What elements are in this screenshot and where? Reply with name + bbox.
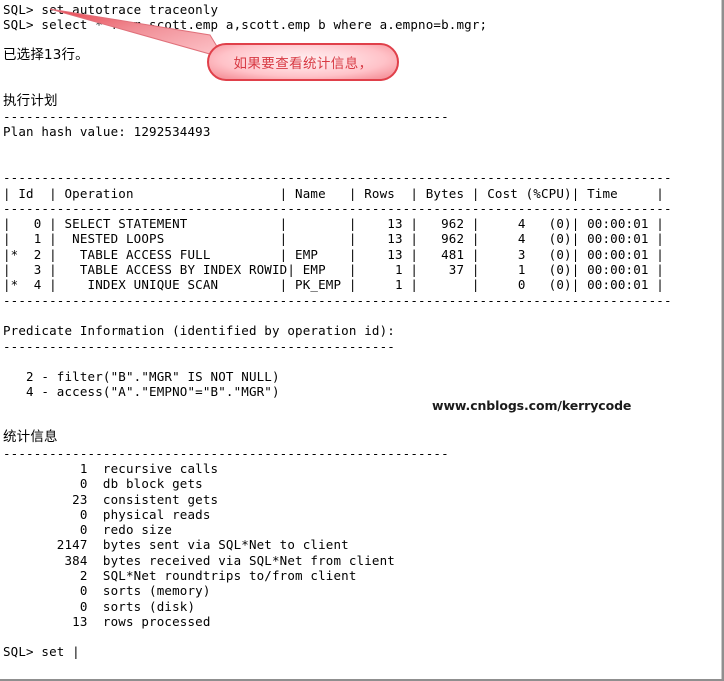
terminal-line: 0 db block gets	[3, 476, 203, 492]
terminal-line: 0 physical reads	[3, 506, 211, 522]
annotation-callout: 如果要查看统计信息，	[49, 8, 399, 81]
terminal-line: | 3 | TABLE ACCESS BY INDEX ROWID| EMP |…	[3, 262, 664, 278]
terminal-line: ----------------------------------------…	[3, 200, 672, 216]
terminal-line: 2 - filter("B"."MGR" IS NOT NULL)	[3, 369, 280, 385]
terminal-line: | 1 | NESTED LOOPS | | 13 | 962 | 4 (0)|…	[3, 231, 664, 247]
terminal-line: | Id | Operation | Name | Rows | Bytes |…	[3, 185, 664, 201]
terminal-line: ----------------------------------------…	[3, 292, 672, 308]
terminal-line: 2 SQL*Net roundtrips to/from client	[3, 567, 357, 583]
terminal-line: 0 sorts (disk)	[3, 598, 196, 614]
terminal-line: 执行计划	[3, 92, 58, 109]
terminal-line: 0 redo size	[3, 522, 173, 538]
terminal-line: 1 recursive calls	[3, 460, 219, 476]
terminal-window: SQL> set autotrace traceonly SQL> select …	[0, 0, 724, 681]
terminal-line: ----------------------------------------…	[3, 170, 672, 186]
terminal-line: |* 4 | INDEX UNIQUE SCAN | PK_EMP | 1 | …	[3, 277, 664, 293]
terminal-output[interactable]: SQL> set autotrace traceonly SQL> select …	[3, 2, 719, 660]
terminal-line: ----------------------------------------…	[3, 338, 395, 354]
annotation-arrow-icon	[49, 8, 226, 59]
watermark-text: www.cnblogs.com/kerrycode	[432, 398, 632, 413]
terminal-line: 统计信息	[3, 429, 58, 446]
terminal-line: ----------------------------------------…	[3, 109, 449, 125]
terminal-line: 23 consistent gets	[3, 491, 219, 507]
terminal-line: SQL> set |	[3, 644, 80, 660]
terminal-line: | 0 | SELECT STATEMENT | | 13 | 962 | 4 …	[3, 216, 664, 232]
terminal-line: 0 sorts (memory)	[3, 583, 211, 599]
annotation-label: 如果要查看统计信息，	[233, 56, 373, 72]
terminal-line: 13 rows processed	[3, 613, 211, 629]
terminal-line: |* 2 | TABLE ACCESS FULL | EMP | 13 | 48…	[3, 246, 664, 262]
terminal-line: Predicate Information (identified by ope…	[3, 323, 395, 339]
terminal-line: 384 bytes received via SQL*Net from clie…	[3, 552, 395, 568]
terminal-line: ----------------------------------------…	[3, 445, 449, 461]
terminal-line: 2147 bytes sent via SQL*Net to client	[3, 537, 349, 553]
terminal-line: Plan hash value: 1292534493	[3, 124, 211, 140]
